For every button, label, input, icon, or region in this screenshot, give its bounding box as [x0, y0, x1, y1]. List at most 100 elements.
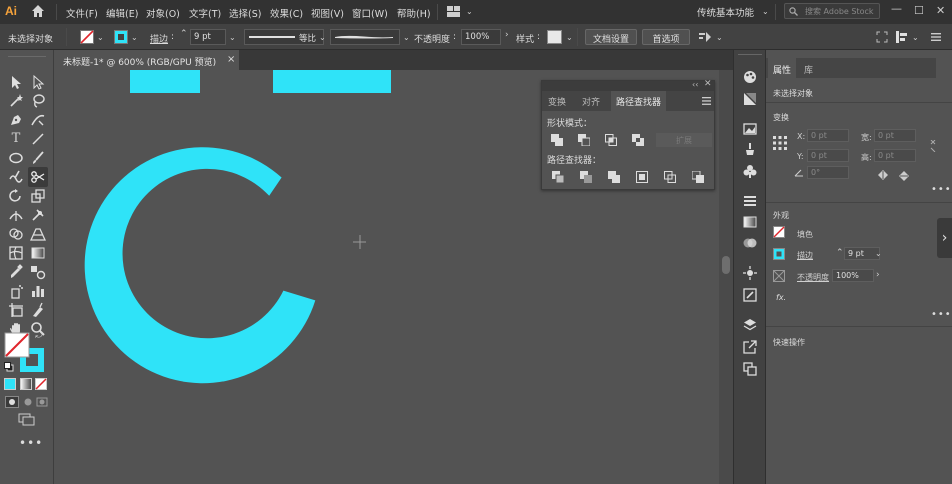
stroke-label[interactable]: 描边	[150, 32, 168, 45]
minus-front-icon[interactable]	[578, 134, 590, 146]
appearance-icon[interactable]	[743, 266, 757, 280]
more-options-icon[interactable]: •••	[931, 184, 952, 195]
arrange-documents-icon[interactable]	[447, 6, 461, 17]
rotate-tool-icon[interactable]	[8, 188, 24, 204]
gradient-panel-icon[interactable]	[743, 215, 757, 229]
unite-icon[interactable]	[551, 134, 563, 146]
chevron-down-icon[interactable]: ⌄	[97, 33, 104, 42]
width-tool-icon[interactable]	[8, 207, 24, 223]
draw-behind-icon[interactable]	[22, 397, 34, 407]
artboards-icon[interactable]	[743, 362, 757, 376]
more-options-icon[interactable]: •••	[931, 309, 952, 320]
y-field[interactable]: 0 pt	[807, 149, 849, 162]
color-mode-icon[interactable]	[4, 378, 16, 390]
constrain-proportions-icon[interactable]	[929, 140, 937, 152]
brushes-icon[interactable]	[743, 142, 757, 156]
preferences-button[interactable]: 首选项	[642, 29, 690, 45]
column-graph-tool-icon[interactable]	[30, 283, 46, 299]
gradient-tool-icon[interactable]	[30, 245, 46, 261]
close-icon[interactable]: ✕	[936, 4, 945, 17]
maximize-icon[interactable]: ☐	[914, 4, 924, 17]
top-bar-left-shape[interactable]	[130, 70, 200, 93]
pen-tool-icon[interactable]	[8, 112, 24, 128]
opacity-label[interactable]: 不透明度	[414, 32, 450, 45]
menu-edit[interactable]: 编辑(E)	[106, 6, 138, 20]
tab-align[interactable]: 对齐	[582, 95, 600, 108]
eyedropper-tool-icon[interactable]	[8, 264, 24, 280]
chevron-right-icon[interactable]: ›	[505, 30, 509, 40]
collapse-panel-button[interactable]: ›	[937, 218, 952, 258]
graphic-style-swatch[interactable]	[547, 30, 562, 44]
close-tab-icon[interactable]: ×	[227, 54, 235, 65]
edit-toolbar-icon[interactable]: •••	[19, 436, 43, 450]
menu-effect[interactable]: 效果(C)	[270, 6, 303, 20]
paintbrush-tool-icon[interactable]	[30, 150, 46, 166]
color-guide-icon[interactable]	[743, 92, 757, 106]
expand-button[interactable]: 扩展	[656, 133, 712, 147]
panel-menu-icon[interactable]	[702, 97, 711, 105]
document-setup-button[interactable]: 文档设置	[585, 29, 637, 45]
rotate-field[interactable]: 0°	[807, 166, 849, 179]
menu-object[interactable]: 对象(O)	[146, 6, 180, 20]
fx-effects-icon[interactable]: fx.	[776, 293, 786, 302]
opacity-field[interactable]: 100%	[832, 269, 874, 282]
perspective-grid-tool-icon[interactable]	[30, 226, 46, 242]
chevron-down-icon[interactable]: ⌄	[319, 33, 326, 42]
menu-select[interactable]: 选择(S)	[229, 6, 261, 20]
brush-definition[interactable]	[330, 29, 400, 45]
layers-icon[interactable]	[743, 318, 757, 332]
collapse-panel-icon[interactable]: ‹‹	[692, 80, 698, 89]
minimize-icon[interactable]: —	[891, 2, 902, 15]
fill-none-swatch[interactable]	[773, 226, 785, 238]
transparency-icon[interactable]	[743, 236, 757, 250]
stepper-icon[interactable]: ⌃	[180, 29, 188, 39]
stock-search-input[interactable]: 搜索 Adobe Stock	[784, 3, 880, 19]
default-fill-stroke-icon[interactable]	[4, 362, 14, 372]
chevron-down-icon[interactable]: ⌄	[875, 249, 882, 258]
close-panel-icon[interactable]: ✕	[704, 79, 712, 89]
stroke-weight-field[interactable]: 9 pt	[190, 29, 226, 45]
outline-icon[interactable]	[664, 171, 676, 183]
shape-builder-tool-icon[interactable]	[8, 226, 24, 242]
chevron-right-icon[interactable]: ›	[876, 270, 880, 280]
menu-view[interactable]: 视图(V)	[311, 6, 344, 20]
top-bar-right-shape[interactable]	[273, 70, 391, 93]
draw-inside-icon[interactable]	[36, 397, 48, 407]
blend-tool-icon[interactable]	[30, 264, 46, 280]
x-field[interactable]: 0 pt	[807, 129, 849, 142]
stroke-panel-icon[interactable]	[743, 194, 757, 208]
chevron-down-icon[interactable]: ⌄	[403, 33, 410, 42]
quick-action-icon[interactable]	[698, 30, 712, 44]
intersect-icon[interactable]	[605, 134, 617, 146]
tab-libraries[interactable]: 库	[804, 63, 813, 76]
line-segment-tool-icon[interactable]	[30, 131, 46, 147]
trim-icon[interactable]	[580, 171, 592, 183]
c-arc-shape[interactable]	[84, 147, 316, 384]
shaper-tool-icon[interactable]	[8, 169, 24, 185]
swap-fill-stroke-icon[interactable]: ⤾	[33, 330, 45, 342]
merge-icon[interactable]	[608, 171, 620, 183]
tab-transform[interactable]: 变换	[548, 95, 566, 108]
stepper-icon[interactable]: ⌃	[836, 248, 844, 258]
exclude-icon[interactable]	[632, 134, 644, 146]
chevron-down-icon[interactable]: ⌄	[466, 7, 473, 16]
align-panel-icon[interactable]	[895, 30, 909, 44]
scale-tool-icon[interactable]	[30, 188, 46, 204]
crop-icon[interactable]	[636, 171, 648, 183]
tab-pathfinder[interactable]: 路径查找器	[611, 91, 667, 111]
gradient-mode-icon[interactable]	[20, 378, 32, 390]
menu-window[interactable]: 窗口(W)	[352, 6, 388, 20]
chevron-down-icon[interactable]: ⌄	[229, 33, 236, 42]
chevron-down-icon[interactable]: ⌄	[762, 7, 769, 16]
symbols-icon[interactable]	[743, 164, 757, 178]
direct-selection-tool-icon[interactable]	[30, 74, 46, 90]
export-icon[interactable]	[743, 340, 757, 354]
stroke-color-swatch[interactable]	[114, 30, 128, 44]
opacity-field[interactable]: 100%	[461, 29, 501, 45]
artboard-tool-icon[interactable]	[8, 302, 24, 318]
panel-menu-icon[interactable]	[930, 31, 942, 43]
scissors-tool-icon[interactable]	[30, 169, 46, 185]
mesh-tool-icon[interactable]	[8, 245, 24, 261]
graphic-styles-icon[interactable]	[743, 288, 757, 302]
stroke-label[interactable]: 描边	[797, 250, 813, 261]
